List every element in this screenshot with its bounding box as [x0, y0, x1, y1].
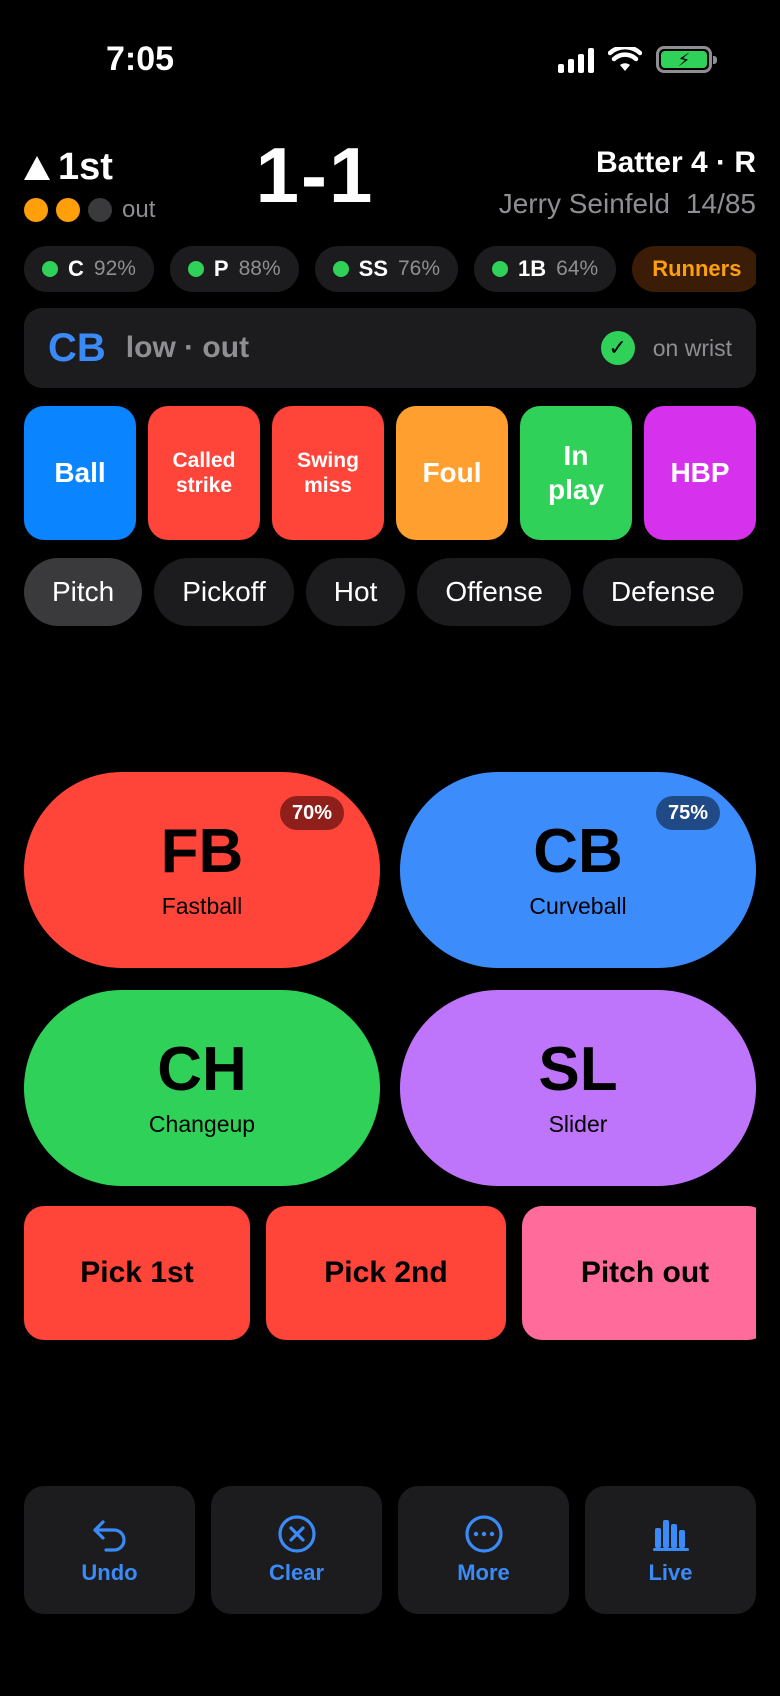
fielder-position: 1B	[518, 256, 547, 281]
pick-first-button[interactable]: Pick 1st	[24, 1206, 250, 1340]
fielder-position: C	[68, 256, 84, 281]
delivery-status-label: on wrist	[652, 334, 732, 361]
more-label: More	[457, 1560, 510, 1585]
pitch-code: FB	[160, 816, 244, 886]
pitch-changeup-button[interactable]: CH Changeup	[24, 990, 380, 1186]
status-time: 7:05	[106, 40, 175, 78]
current-call-code: CB	[48, 325, 106, 370]
undo-label: Undo	[81, 1560, 138, 1585]
outs-label: out	[122, 196, 156, 223]
fielder-status-bar: C 92% P 88% SS 76% 1B 64% Runners	[24, 246, 756, 292]
out-dot	[24, 198, 48, 222]
pitch-out-button[interactable]: Pitch out	[522, 1206, 756, 1340]
pitch-fastball-button[interactable]: 70% FB Fastball	[24, 772, 380, 968]
inning-top-arrow-icon	[24, 155, 50, 180]
out-dot	[88, 198, 112, 222]
current-call-bar: CB low · out ✓ on wrist	[24, 308, 756, 388]
pick-second-button[interactable]: Pick 2nd	[266, 1206, 506, 1340]
clear-x-circle-icon	[277, 1515, 316, 1553]
pitch-count: 14/85	[685, 188, 756, 219]
pitch-name: Changeup	[148, 1110, 256, 1137]
tab-hot[interactable]: Hot	[305, 558, 406, 626]
batter-name: Jerry Seinfeld	[498, 188, 670, 219]
inning-label: 1st	[58, 146, 113, 188]
pitch-name: Curveball	[529, 892, 627, 919]
fielder-battery: 88%	[238, 257, 281, 280]
fielder-battery: 76%	[398, 257, 441, 280]
status-icons: ⚡	[558, 46, 717, 73]
delivery-status: ✓ on wrist	[600, 331, 732, 365]
pitch-code: SL	[538, 1034, 618, 1104]
pitch-name: Fastball	[161, 892, 243, 919]
tab-pickoff[interactable]: Pickoff	[154, 558, 294, 626]
current-call-location: low · out	[125, 331, 250, 364]
live-stats-bars-icon	[652, 1520, 689, 1551]
pitch-success-badge: 70%	[279, 796, 344, 830]
checkmark-icon: ✓	[600, 331, 635, 365]
tab-pitch[interactable]: Pitch	[24, 558, 143, 626]
batter-info: Batter 4 · R Jerry Seinfeld 14/85	[499, 146, 756, 220]
outcome-foul-button[interactable]: Foul	[396, 406, 508, 540]
fielder-chip-c[interactable]: C 92%	[24, 246, 154, 292]
pitch-code: CH	[157, 1034, 247, 1104]
pitch-outcome-row: Ball Called strike Swing miss Foul In pl…	[24, 406, 756, 540]
clear-label: Clear	[268, 1560, 325, 1585]
tab-defense[interactable]: Defense	[582, 558, 744, 626]
fielder-position: P	[213, 256, 229, 281]
more-ellipsis-icon	[464, 1515, 503, 1553]
cellular-signal-icon	[558, 47, 594, 73]
live-button[interactable]: Live	[585, 1486, 756, 1614]
fielder-chip-p[interactable]: P 88%	[169, 246, 299, 292]
runners-chip[interactable]: Runners	[632, 246, 756, 292]
bottom-toolbar: Undo Clear More Live	[24, 1486, 756, 1614]
fielder-battery: 92%	[93, 257, 136, 280]
live-label: Live	[648, 1560, 693, 1585]
connected-dot-icon	[42, 261, 58, 277]
out-dot	[56, 198, 80, 222]
wifi-icon	[608, 46, 642, 71]
undo-button[interactable]: Undo	[24, 1486, 195, 1614]
undo-icon	[92, 1520, 126, 1552]
pitch-action-row: Pick 1st Pick 2nd Pitch out	[24, 1206, 756, 1340]
pitch-curveball-button[interactable]: 75% CB Curveball	[400, 772, 756, 968]
outcome-hbp-button[interactable]: HBP	[644, 406, 756, 540]
fielder-battery: 64%	[556, 257, 599, 280]
pitch-name: Slider	[548, 1110, 608, 1137]
outcome-swing-miss-button[interactable]: Swing miss	[272, 406, 384, 540]
pitch-success-badge: 75%	[655, 796, 720, 830]
fielder-chip-ss[interactable]: SS 76%	[314, 246, 459, 292]
outs-indicator: out	[24, 196, 155, 224]
outcome-called-strike-button[interactable]: Called strike	[148, 406, 260, 540]
battery-charging-icon: ⚡	[656, 46, 717, 73]
batter-slot: Batter 4 · R	[595, 146, 756, 179]
connected-dot-icon	[332, 261, 349, 277]
batter-details: Jerry Seinfeld 14/85	[499, 188, 756, 220]
tab-offense[interactable]: Offense	[417, 558, 571, 626]
connected-dot-icon	[492, 261, 509, 277]
outcome-ball-button[interactable]: Ball	[24, 406, 136, 540]
fielder-position: SS	[358, 256, 388, 281]
fielder-chip-1b[interactable]: 1B 64%	[474, 246, 617, 292]
pitch-code: CB	[533, 816, 623, 886]
outcome-in-play-button[interactable]: In play	[520, 406, 632, 540]
clear-button[interactable]: Clear	[211, 1486, 382, 1614]
connected-dot-icon	[187, 261, 204, 277]
mode-tabs: Pitch Pickoff Hot Offense Defense	[24, 558, 756, 626]
inning-indicator: 1st	[24, 146, 113, 189]
pitch-slider-button[interactable]: SL Slider	[400, 990, 756, 1186]
more-button[interactable]: More	[398, 1486, 569, 1614]
ball-strike-count: 1-1	[255, 131, 375, 219]
